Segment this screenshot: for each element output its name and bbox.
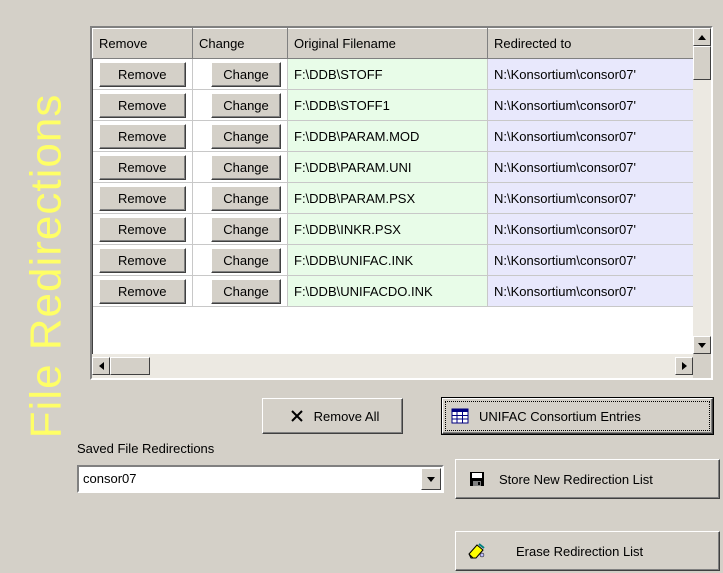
redirected-to-cell[interactable]: N:\Konsortium\consor07' — [487, 213, 693, 245]
scroll-up-button[interactable] — [693, 28, 711, 46]
floppy-disk-icon — [466, 468, 488, 490]
column-header-redirected-to[interactable]: Redirected to — [487, 28, 693, 59]
row-change-button[interactable]: Change — [211, 92, 281, 118]
arrow-down-icon — [698, 342, 706, 348]
table-row: Remove Change F:\DDB\PARAM.UNI N:\Konsortiu… — [92, 151, 693, 183]
table-row: Remove Change F:\DDB\UNIFACDO.INK N:\Konsor… — [92, 275, 693, 307]
original-filename-cell[interactable]: F:\DDB\STOFF — [287, 58, 488, 90]
change-cell: Change — [192, 89, 288, 121]
unifac-consortium-entries-button[interactable]: UNIFAC Consortium Entries — [442, 398, 713, 434]
row-remove-button[interactable]: Remove — [98, 61, 186, 87]
row-remove-button[interactable]: Remove — [98, 123, 186, 149]
redirected-to-cell[interactable]: N:\Konsortium\consor07' — [487, 58, 693, 90]
remove-cell: Remove — [92, 275, 193, 307]
row-change-button[interactable]: Change — [211, 185, 281, 211]
dropdown-button[interactable] — [421, 468, 441, 490]
original-filename-cell[interactable]: F:\DDB\UNIFAC.INK — [287, 244, 488, 276]
table-row: Remove Change F:\DDB\STOFF N:\Konsortium\co… — [92, 58, 693, 90]
horizontal-scroll-thumb[interactable] — [110, 357, 150, 375]
row-change-button[interactable]: Change — [211, 247, 281, 273]
store-new-redirection-list-button[interactable]: Store New Redirection List — [455, 459, 720, 499]
column-header-original-filename[interactable]: Original Filename — [287, 28, 488, 59]
eraser-icon — [466, 540, 488, 562]
scrollbar-corner — [693, 354, 711, 378]
table-row: Remove Change F:\DDB\UNIFAC.INK N:\Konsorti… — [92, 244, 693, 276]
change-cell: Change — [192, 213, 288, 245]
remove-cell: Remove — [92, 182, 193, 214]
remove-cell: Remove — [92, 120, 193, 152]
row-remove-button[interactable]: Remove — [98, 154, 186, 180]
column-header-remove[interactable]: Remove — [92, 28, 193, 59]
grid-body: Remove Change F:\DDB\STOFF N:\Konsortium\co… — [92, 58, 693, 307]
row-change-button[interactable]: Change — [211, 278, 281, 304]
change-cell: Change — [192, 244, 288, 276]
redirected-to-cell[interactable]: N:\Konsortium\consor07' — [487, 120, 693, 152]
horizontal-scrollbar[interactable] — [92, 354, 693, 378]
change-cell: Change — [192, 58, 288, 90]
vertical-scroll-thumb[interactable] — [693, 46, 711, 80]
redirections-table: Remove Change Original Filename Redirect… — [92, 28, 693, 307]
change-cell: Change — [192, 275, 288, 307]
row-change-button[interactable]: Change — [211, 216, 281, 242]
row-change-button[interactable]: Change — [211, 61, 281, 87]
table-row: Remove Change F:\DDB\INKR.PSX N:\Konsortium… — [92, 213, 693, 245]
arrow-right-icon — [681, 362, 687, 370]
grid-header-row: Remove Change Original Filename Redirect… — [92, 28, 693, 59]
x-icon — [286, 405, 308, 427]
chevron-down-icon — [427, 476, 435, 482]
remove-all-button[interactable]: Remove All — [262, 398, 403, 434]
row-remove-button[interactable]: Remove — [98, 216, 186, 242]
erase-redirection-list-button[interactable]: Erase Redirection List — [455, 531, 720, 571]
saved-redirections-selected: consor07 — [83, 471, 137, 486]
remove-cell: Remove — [92, 213, 193, 245]
row-remove-button[interactable]: Remove — [98, 185, 186, 211]
arrow-up-icon — [698, 34, 706, 40]
change-cell: Change — [192, 151, 288, 183]
change-cell: Change — [192, 182, 288, 214]
original-filename-cell[interactable]: F:\DDB\STOFF1 — [287, 89, 488, 121]
row-remove-button[interactable]: Remove — [98, 278, 186, 304]
scroll-down-button[interactable] — [693, 336, 711, 354]
redirected-to-cell[interactable]: N:\Konsortium\consor07' — [487, 151, 693, 183]
arrow-left-icon — [98, 362, 104, 370]
row-remove-button[interactable]: Remove — [98, 247, 186, 273]
original-filename-cell[interactable]: F:\DDB\PARAM.UNI — [287, 151, 488, 183]
table-row: Remove Change F:\DDB\STOFF1 N:\Konsortium\c… — [92, 89, 693, 121]
vertical-scrollbar[interactable] — [693, 28, 711, 354]
original-filename-cell[interactable]: F:\DDB\PARAM.PSX — [287, 182, 488, 214]
remove-cell: Remove — [92, 151, 193, 183]
row-change-button[interactable]: Change — [211, 123, 281, 149]
scroll-left-button[interactable] — [92, 357, 110, 375]
scroll-right-button[interactable] — [675, 357, 693, 375]
row-change-button[interactable]: Change — [211, 154, 281, 180]
column-header-change[interactable]: Change — [192, 28, 288, 59]
original-filename-cell[interactable]: F:\DDB\PARAM.MOD — [287, 120, 488, 152]
redirected-to-cell[interactable]: N:\Konsortium\consor07' — [487, 89, 693, 121]
original-filename-cell[interactable]: F:\DDB\INKR.PSX — [287, 213, 488, 245]
table-row: Remove Change F:\DDB\PARAM.MOD N:\Konsortiu… — [92, 120, 693, 152]
remove-cell: Remove — [92, 58, 193, 90]
saved-redirections-dropdown[interactable]: consor07 — [77, 465, 444, 493]
panel-title: File Redirections — [21, 93, 70, 439]
remove-cell: Remove — [92, 244, 193, 276]
saved-redirections-label: Saved File Redirections — [77, 441, 215, 456]
redirected-to-cell[interactable]: N:\Konsortium\consor07' — [487, 244, 693, 276]
remove-cell: Remove — [92, 89, 193, 121]
change-cell: Change — [192, 120, 288, 152]
row-remove-button[interactable]: Remove — [98, 92, 186, 118]
original-filename-cell[interactable]: F:\DDB\UNIFACDO.INK — [287, 275, 488, 307]
table-row: Remove Change F:\DDB\PARAM.PSX N:\Konsortiu… — [92, 182, 693, 214]
table-icon — [449, 405, 471, 427]
redirected-to-cell[interactable]: N:\Konsortium\consor07' — [487, 182, 693, 214]
redirected-to-cell[interactable]: N:\Konsortium\consor07' — [487, 275, 693, 307]
redirections-grid: Remove Change Original Filename Redirect… — [90, 26, 713, 380]
